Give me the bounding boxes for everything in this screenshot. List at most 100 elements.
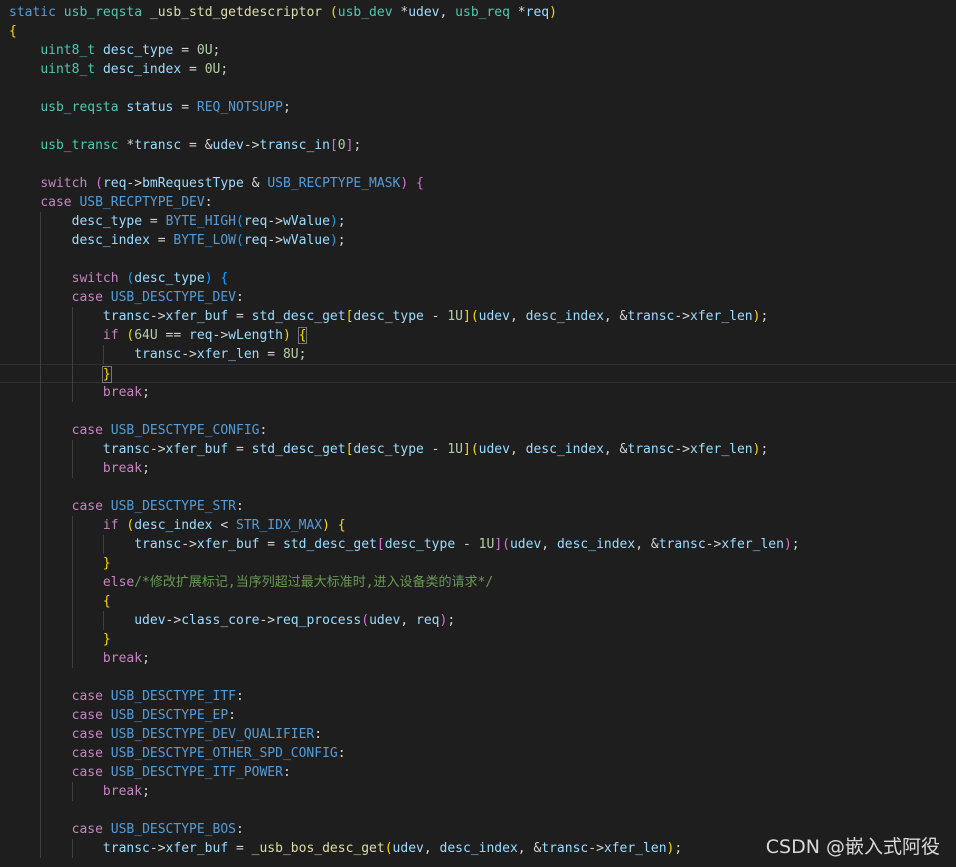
code-token: desc_index	[525, 309, 604, 324]
code-line[interactable]: break;	[0, 383, 956, 402]
code-token: *	[118, 138, 135, 153]
code-token: bmRequestType	[142, 176, 244, 191]
code-token: BYTE_LOW	[173, 233, 237, 248]
code-token: ->	[181, 537, 197, 552]
code-token: transc	[134, 347, 182, 362]
code-text: case USB_DESCTYPE_DEV:	[9, 288, 244, 307]
code-line[interactable]: case USB_DESCTYPE_STR:	[0, 497, 956, 516]
code-line[interactable]	[0, 402, 956, 421]
code-line[interactable]	[0, 801, 956, 820]
code-line[interactable]: case USB_DESCTYPE_CONFIG:	[0, 421, 956, 440]
code-line[interactable]	[0, 668, 956, 687]
code-line[interactable]: {	[0, 592, 956, 611]
code-text: break;	[9, 459, 150, 478]
code-token: desc_type	[71, 214, 143, 229]
code-line[interactable]: }	[0, 554, 956, 573]
code-token: xfer_len	[196, 347, 260, 362]
code-line[interactable]: transc->xfer_buf = std_desc_get[desc_typ…	[0, 307, 956, 326]
code-token: USB_DESCTYPE_BOS	[110, 822, 236, 837]
code-line[interactable]: if (desc_index < STR_IDX_MAX) {	[0, 516, 956, 535]
code-text: case USB_DESCTYPE_BOS:	[9, 820, 244, 839]
code-token: xfer_buf	[165, 309, 229, 324]
code-token: ,	[423, 841, 440, 856]
code-token: transc	[627, 442, 675, 457]
code-token: ;	[142, 784, 150, 799]
code-line[interactable]: usb_transc *transc = &udev->transc_in[0]…	[0, 136, 956, 155]
code-line[interactable]: break;	[0, 782, 956, 801]
code-token: xfer_buf	[165, 442, 229, 457]
code-line[interactable]: case USB_DESCTYPE_DEV_QUALIFIER:	[0, 725, 956, 744]
code-line[interactable]: else/*修改扩展标记,当序列超过最大标准时,进入设备类的请求*/	[0, 573, 956, 592]
code-line[interactable]: case USB_DESCTYPE_ITF_POWER:	[0, 763, 956, 782]
code-token: case	[71, 499, 103, 514]
code-line[interactable]: uint8_t desc_type = 0U;	[0, 41, 956, 60]
code-token: break	[102, 784, 143, 799]
code-line[interactable]: case USB_DESCTYPE_OTHER_SPD_CONFIG:	[0, 744, 956, 763]
code-line[interactable]: uint8_t desc_index = 0U;	[0, 60, 956, 79]
code-line[interactable]: transc->xfer_buf = std_desc_get[desc_typ…	[0, 535, 956, 554]
code-token: usb_transc	[40, 138, 119, 153]
code-text: uint8_t desc_index = 0U;	[9, 60, 228, 79]
code-token: ->	[212, 328, 229, 343]
code-text: desc_type = BYTE_HIGH(req->wValue);	[9, 212, 346, 231]
code-token: desc_type	[353, 309, 424, 324]
code-line[interactable]: break;	[0, 459, 956, 478]
code-text: transc->xfer_len = 8U;	[9, 345, 306, 364]
code-token: wLength	[228, 328, 283, 343]
code-line[interactable]: }	[0, 630, 956, 649]
code-line[interactable]: case USB_RECPTYPE_DEV:	[0, 193, 956, 212]
code-line[interactable]: desc_index = BYTE_LOW(req->wValue);	[0, 231, 956, 250]
code-token: (	[470, 442, 479, 457]
code-token: )	[322, 518, 330, 533]
code-token: )	[329, 214, 338, 229]
code-token: , &	[603, 442, 628, 457]
code-line[interactable]: transc->xfer_buf = std_desc_get[desc_typ…	[0, 440, 956, 459]
code-line[interactable]: if (64U == req->wLength) {	[0, 326, 956, 345]
code-line[interactable]	[0, 79, 956, 98]
code-line[interactable]: static usb_reqsta _usb_std_getdescriptor…	[0, 3, 956, 22]
code-line[interactable]	[0, 155, 956, 174]
code-line[interactable]	[0, 117, 956, 136]
code-token: &	[243, 176, 268, 191]
code-line[interactable]: break;	[0, 649, 956, 668]
code-token: desc_type	[134, 271, 205, 286]
code-token: req	[243, 233, 268, 248]
code-token: desc_type	[102, 43, 174, 58]
code-token: :	[228, 708, 236, 723]
code-line[interactable]: switch (req->bmRequestType & USB_RECPTYP…	[0, 174, 956, 193]
code-token: BYTE_HIGH	[165, 214, 237, 229]
code-line[interactable]: case USB_DESCTYPE_ITF:	[0, 687, 956, 706]
code-line[interactable]: switch (desc_type) {	[0, 269, 956, 288]
code-token: ;	[142, 461, 150, 476]
indent-guide	[71, 782, 73, 801]
code-token: case	[71, 727, 103, 742]
code-token: {	[9, 24, 17, 39]
code-token: USB_DESCTYPE_ITF	[110, 689, 236, 704]
code-text: case USB_DESCTYPE_CONFIG:	[9, 421, 268, 440]
code-editor[interactable]: static usb_reqsta _usb_std_getdescriptor…	[0, 0, 956, 867]
code-token: req_process	[275, 613, 362, 628]
code-line[interactable]: desc_type = BYTE_HIGH(req->wValue);	[0, 212, 956, 231]
code-line[interactable]: udev->class_core->req_process(udev, req)…	[0, 611, 956, 630]
code-token: transc	[627, 309, 675, 324]
code-token: ->	[149, 309, 166, 324]
code-line[interactable]	[0, 478, 956, 497]
code-line[interactable]: }	[0, 364, 956, 383]
csdn-watermark: CSDN @嵌入式阿役	[765, 836, 940, 858]
code-token: udev	[509, 537, 542, 552]
code-line[interactable]: {	[0, 22, 956, 41]
code-line[interactable]	[0, 250, 956, 269]
code-line[interactable]: case USB_DESCTYPE_EP:	[0, 706, 956, 725]
code-token: ->	[588, 841, 604, 856]
code-line[interactable]: usb_reqsta status = REQ_NOTSUPP;	[0, 98, 956, 117]
code-token: else	[102, 575, 135, 590]
code-token: transc	[541, 841, 589, 856]
code-line[interactable]: case USB_DESCTYPE_DEV:	[0, 288, 956, 307]
code-token: desc_type	[384, 537, 456, 552]
code-token: ;	[674, 841, 683, 856]
code-line[interactable]: transc->xfer_len = 8U;	[0, 345, 956, 364]
code-token: req	[102, 176, 127, 191]
